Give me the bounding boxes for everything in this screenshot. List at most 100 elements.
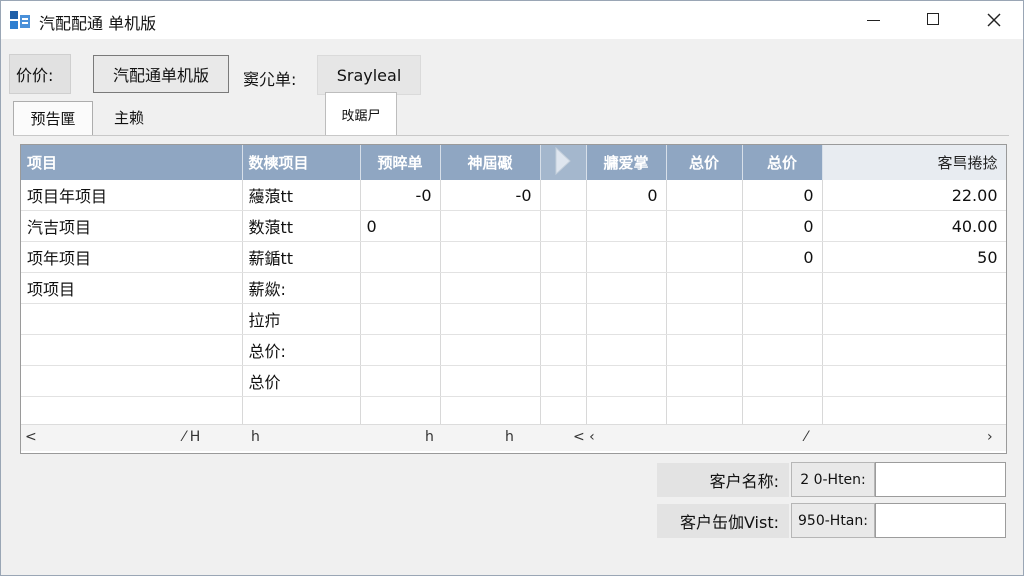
cell[interactable]: 薪鍎tt (242, 241, 361, 273)
cell[interactable] (742, 272, 823, 304)
cell[interactable] (440, 303, 541, 335)
cell[interactable] (822, 272, 1006, 304)
col-header[interactable]: 项目 (21, 145, 243, 180)
cell[interactable]: 总价: (242, 334, 361, 366)
cell[interactable] (742, 396, 823, 428)
cell[interactable]: 项目年项目 (21, 180, 243, 211)
cell[interactable] (360, 365, 441, 397)
col-header[interactable]: 预晬单 (360, 145, 441, 180)
cell[interactable] (21, 365, 243, 397)
tab-third[interactable]: 攺踞尸 (325, 92, 397, 136)
cell[interactable] (540, 241, 587, 273)
cell[interactable]: 项项目 (21, 272, 243, 304)
close-button[interactable] (964, 1, 1024, 39)
cell[interactable]: 50 (822, 241, 1006, 273)
cell[interactable] (666, 272, 743, 304)
horizontal-scrollbar[interactable]: < ⁄ H h h h < ‹ ⁄ › (21, 424, 1006, 451)
customer-extra-input[interactable] (875, 503, 1006, 538)
cell[interactable] (822, 334, 1006, 366)
cell[interactable] (666, 396, 743, 428)
cell[interactable] (540, 365, 587, 397)
minimize-button[interactable] (844, 1, 904, 39)
cell[interactable] (440, 334, 541, 366)
cell[interactable] (21, 334, 243, 366)
cell[interactable] (586, 241, 667, 273)
cell[interactable]: 总价 (242, 365, 361, 397)
cell[interactable] (21, 303, 243, 335)
col-header[interactable]: 总价 (742, 145, 823, 180)
cell[interactable] (440, 241, 541, 273)
cell[interactable]: 拉疖 (242, 303, 361, 335)
cell[interactable]: 数蒗tt (242, 210, 361, 242)
cell[interactable] (540, 303, 587, 335)
cell[interactable]: -0 (440, 180, 541, 211)
cell[interactable] (540, 180, 587, 211)
table-row[interactable]: 项项目 薪歘: (21, 272, 1006, 304)
maximize-button[interactable] (904, 1, 964, 39)
customer-name-input[interactable] (875, 462, 1006, 497)
tab-forecast[interactable]: 预告匰 (13, 101, 93, 135)
cell[interactable] (440, 210, 541, 242)
cell[interactable] (360, 241, 441, 273)
cell[interactable] (666, 180, 743, 211)
cell[interactable] (666, 241, 743, 273)
cell[interactable] (540, 210, 587, 242)
col-header[interactable]: 总价 (666, 145, 743, 180)
scroll-right-icon[interactable]: › (987, 429, 993, 445)
cell[interactable] (822, 396, 1006, 428)
table-row[interactable]: 总价: (21, 334, 1006, 366)
scroll-left-icon[interactable]: < (25, 429, 37, 445)
cell[interactable]: 0 (742, 241, 823, 273)
table-row[interactable]: 项年项目 薪鍎tt 0 50 (21, 241, 1006, 273)
cell[interactable] (586, 396, 667, 428)
cell[interactable] (742, 365, 823, 397)
customer-extra-code[interactable]: 950-Htan: (791, 503, 875, 538)
cell[interactable] (666, 303, 743, 335)
col-header[interactable]: 数樉项目 (242, 145, 361, 180)
table-row[interactable]: 项目年项目 蘰蒗tt -0 -0 0 0 22.00 (21, 180, 1006, 211)
table-row[interactable]: 汽吉项目 数蒗tt 0 0 40.00 (21, 210, 1006, 242)
cell[interactable] (540, 272, 587, 304)
cell[interactable] (666, 210, 743, 242)
cell[interactable] (540, 396, 587, 428)
cell[interactable] (21, 396, 243, 428)
table-row[interactable]: 拉疖 (21, 303, 1006, 335)
cell[interactable]: 0 (742, 180, 823, 211)
cell[interactable] (586, 303, 667, 335)
cell[interactable]: -0 (360, 180, 441, 211)
cell[interactable]: 0 (360, 210, 441, 242)
cell[interactable] (666, 334, 743, 366)
cell[interactable]: 薪歘: (242, 272, 361, 304)
col-header[interactable]: 客巪捲捻 (822, 145, 1006, 180)
tab-main[interactable]: 主赖 (97, 101, 161, 133)
cell[interactable] (360, 272, 441, 304)
table-row[interactable]: 总价 (21, 365, 1006, 397)
cell[interactable] (822, 303, 1006, 335)
cell[interactable] (586, 210, 667, 242)
cell[interactable]: 40.00 (822, 210, 1006, 242)
data-grid[interactable]: 项目 数樉项目 预晬单 神屆礟 牅爱掌 总价 总价 客巪捲捻 项目年项目 蘰蒗t… (20, 144, 1007, 454)
cell[interactable] (360, 396, 441, 428)
cell[interactable] (742, 303, 823, 335)
customer-name-code[interactable]: 2 0-Hten: (791, 462, 875, 497)
cell[interactable]: 0 (742, 210, 823, 242)
col-header-arrow[interactable] (540, 145, 587, 180)
cell[interactable]: 22.00 (822, 180, 1006, 211)
cell[interactable] (586, 272, 667, 304)
cell[interactable]: 0 (586, 180, 667, 211)
col-header[interactable]: 牅爱掌 (586, 145, 667, 180)
cell[interactable]: 汽吉项目 (21, 210, 243, 242)
cell[interactable] (440, 365, 541, 397)
cell[interactable] (742, 334, 823, 366)
cell[interactable] (360, 334, 441, 366)
col-header[interactable]: 神屆礟 (440, 145, 541, 180)
cell[interactable] (822, 365, 1006, 397)
cell[interactable] (540, 334, 587, 366)
cell[interactable] (586, 334, 667, 366)
cell[interactable] (666, 365, 743, 397)
cell[interactable] (586, 365, 667, 397)
table-row[interactable] (21, 396, 1006, 428)
cell[interactable]: 蘰蒗tt (242, 180, 361, 211)
cell[interactable] (242, 396, 361, 428)
cell[interactable] (360, 303, 441, 335)
